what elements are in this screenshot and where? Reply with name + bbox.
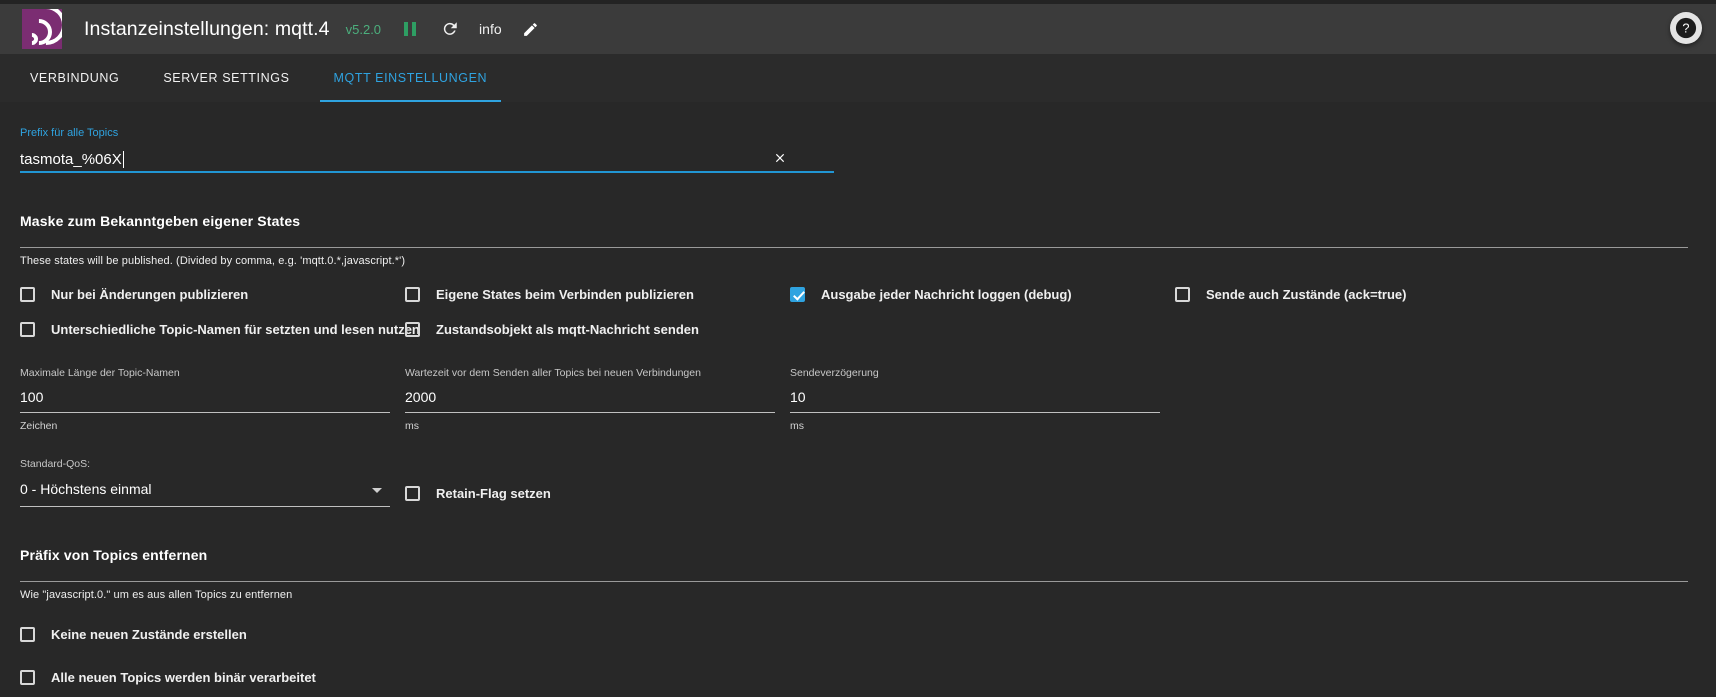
- checkbox-label: Ausgabe jeder Nachricht loggen (debug): [821, 287, 1072, 302]
- prefix-field-label: Prefix für alle Topics: [20, 127, 119, 139]
- field-underline: [790, 412, 1160, 413]
- field-input[interactable]: 10: [790, 389, 1175, 408]
- checkbox-box-icon: [405, 287, 420, 302]
- section-prefix-remove-hint: Wie "javascript.0." um es aus allen Topi…: [20, 589, 293, 601]
- checkbox-box-icon: [20, 322, 35, 337]
- checkbox-label: Eigene States beim Verbinden publizieren: [436, 287, 694, 302]
- checkbox-cell: Zustandsobjekt als mqtt-Nachricht senden: [405, 322, 790, 337]
- settings-content: Prefix für alle Topics tasmota_%06X Mask…: [0, 102, 1716, 697]
- section-states-hint: These states will be published. (Divided…: [20, 255, 406, 267]
- field-hint: ms: [790, 420, 804, 432]
- field-hint: Zeichen: [20, 420, 58, 432]
- checkbox-retain-flag[interactable]: Retain-Flag setzen: [405, 486, 551, 501]
- divider: [20, 247, 1688, 248]
- iobroker-logo-icon: [22, 9, 62, 49]
- checkbox-alle-topics-binaer[interactable]: Alle neuen Topics werden binär verarbeit…: [20, 670, 1688, 685]
- prefix-input-underline: [20, 171, 834, 173]
- checkbox-cell: Alle neuen Topics werden binär verarbeit…: [20, 670, 1688, 685]
- checkbox-debug-logging[interactable]: Ausgabe jeder Nachricht loggen (debug): [790, 287, 1175, 302]
- field-underline: [20, 412, 390, 413]
- checkbox-cell: Keine neuen Zustände erstellen: [20, 627, 1688, 642]
- tab-server-settings[interactable]: SERVER SETTINGS: [141, 54, 311, 102]
- checkbox-label: Zustandsobjekt als mqtt-Nachricht senden: [436, 322, 699, 337]
- tab-mqtt-einstellungen[interactable]: MQTT EINSTELLUNGEN: [312, 54, 510, 102]
- section-prefix-remove: Präfix von Topics entfernen Wie "javascr…: [20, 547, 1688, 685]
- version-badge: v5.2.0: [345, 21, 382, 37]
- tab-bar: VERBINDUNG SERVER SETTINGS MQTT EINSTELL…: [0, 54, 1716, 102]
- prefix-input-row[interactable]: tasmota_%06X: [20, 145, 854, 173]
- page-title: Instanzeinstellungen: mqtt.4: [84, 17, 330, 40]
- checkbox-unterschiedliche-topic-namen[interactable]: Unterschiedliche Topic-Namen für setzten…: [20, 322, 420, 337]
- field-underline: [405, 412, 775, 413]
- checkbox-box-icon: [405, 322, 420, 337]
- checkbox-keine-neuen-zustaende[interactable]: Keine neuen Zustände erstellen: [20, 627, 1688, 642]
- checkbox-box-icon: [1175, 287, 1190, 302]
- checkbox-cell: Retain-Flag setzen: [405, 486, 551, 501]
- field-sendeverzoegerung: Sendeverzögerung 10 ms: [790, 367, 1175, 432]
- field-wartezeit: Wartezeit vor dem Senden aller Topics be…: [405, 367, 790, 432]
- checkbox-cell: Sende auch Zustände (ack=true): [1175, 287, 1560, 302]
- svg-text:?: ?: [1682, 21, 1689, 36]
- field-max-topic-length: Maximale Länge der Topic-Namen 100 Zeich…: [20, 367, 405, 432]
- select-underline: [20, 506, 390, 507]
- checkbox-label: Nur bei Änderungen publizieren: [51, 287, 249, 302]
- section-states-title: Maske zum Bekanntgeben eigener States: [20, 213, 301, 229]
- field-label: Maximale Länge der Topic-Namen: [20, 367, 180, 379]
- tab-label: VERBINDUNG: [30, 70, 120, 85]
- checkbox-box-icon: [20, 287, 35, 302]
- select-value: 0 - Höchstens einmal: [20, 481, 152, 497]
- tab-verbindung[interactable]: VERBINDUNG: [8, 54, 141, 102]
- pause-icon[interactable]: [399, 18, 421, 40]
- numeric-fields-row: Maximale Länge der Topic-Namen 100 Zeich…: [20, 367, 1688, 432]
- section-prefix-remove-title: Präfix von Topics entfernen: [20, 547, 208, 563]
- chevron-down-icon[interactable]: [372, 488, 382, 493]
- checkbox-cell: Eigene States beim Verbinden publizieren: [405, 287, 790, 302]
- prefix-input[interactable]: tasmota_%06X: [20, 150, 124, 168]
- checkbox-cell: Nur bei Änderungen publizieren: [20, 287, 405, 302]
- divider: [20, 581, 1688, 582]
- checkbox-cell: Unterschiedliche Topic-Namen für setzten…: [20, 322, 420, 337]
- checkbox-label: Alle neuen Topics werden binär verarbeit…: [51, 670, 316, 685]
- checkbox-row-1: Nur bei Änderungen publizieren Eigene St…: [20, 287, 1688, 302]
- help-icon: ?: [1675, 17, 1697, 39]
- refresh-icon[interactable]: [439, 18, 461, 40]
- section-states: Maske zum Bekanntgeben eigener States Th…: [20, 213, 1688, 507]
- qos-row: Standard-QoS: 0 - Höchstens einmal Retai…: [20, 458, 1688, 507]
- field-input[interactable]: 2000: [405, 389, 790, 408]
- checkbox-eigene-states-verbinden[interactable]: Eigene States beim Verbinden publizieren: [405, 287, 790, 302]
- checkbox-box-icon: [405, 486, 420, 501]
- checkbox-row-2: Unterschiedliche Topic-Namen für setzten…: [20, 322, 1688, 337]
- checkbox-box-icon: [20, 627, 35, 642]
- pencil-icon[interactable]: [520, 18, 542, 40]
- help-button[interactable]: ?: [1670, 12, 1702, 44]
- tab-label: MQTT EINSTELLUNGEN: [333, 70, 488, 85]
- select-label: Standard-QoS:: [20, 458, 91, 470]
- tab-label: SERVER SETTINGS: [163, 70, 290, 85]
- prefix-field: Prefix für alle Topics tasmota_%06X: [20, 126, 854, 173]
- app-header: Instanzeinstellungen: mqtt.4 v5.2.0 info: [0, 4, 1716, 54]
- info-link[interactable]: info: [479, 21, 502, 37]
- checkbox-label: Sende auch Zustände (ack=true): [1206, 287, 1407, 302]
- checkbox-label: Unterschiedliche Topic-Namen für setzten…: [51, 322, 420, 337]
- checkbox-label: Retain-Flag setzen: [436, 486, 551, 501]
- field-input[interactable]: 100: [20, 389, 405, 408]
- checkbox-sende-auch-zustaende[interactable]: Sende auch Zustände (ack=true): [1175, 287, 1560, 302]
- checkbox-zustandsobjekt-als-mqtt[interactable]: Zustandsobjekt als mqtt-Nachricht senden: [405, 322, 790, 337]
- checkbox-box-icon: [20, 670, 35, 685]
- checkbox-box-checked-icon: [790, 287, 805, 302]
- field-hint: ms: [405, 420, 419, 432]
- close-icon[interactable]: [770, 148, 790, 168]
- select-standard-qos[interactable]: Standard-QoS: 0 - Höchstens einmal: [20, 458, 405, 507]
- checkbox-label: Keine neuen Zustände erstellen: [51, 627, 247, 642]
- checkbox-cell: Ausgabe jeder Nachricht loggen (debug): [790, 287, 1175, 302]
- checkbox-nur-bei-aenderungen[interactable]: Nur bei Änderungen publizieren: [20, 287, 405, 302]
- field-label: Wartezeit vor dem Senden aller Topics be…: [405, 367, 701, 379]
- field-label: Sendeverzögerung: [790, 367, 879, 379]
